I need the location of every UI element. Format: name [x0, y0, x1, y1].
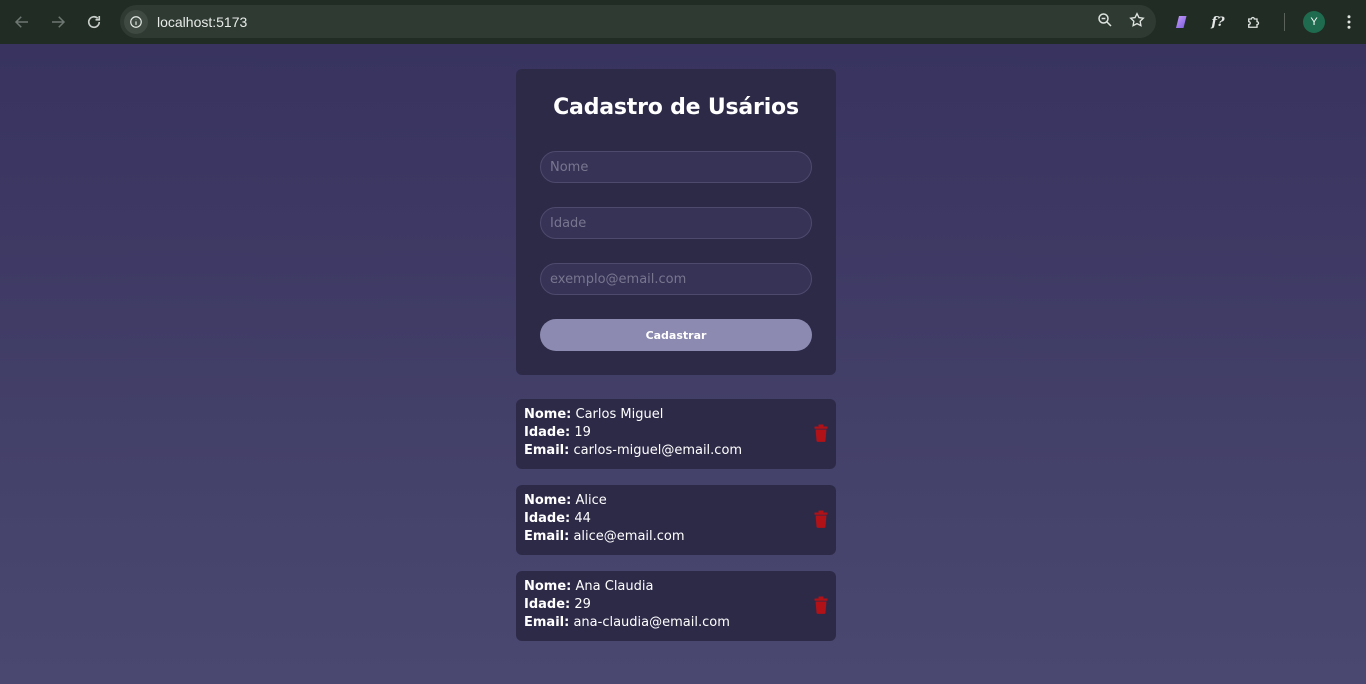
name-label: Nome:: [524, 579, 572, 594]
register-button[interactable]: Cadastrar: [540, 319, 812, 351]
info-icon: [130, 15, 142, 28]
age-label: Idade:: [524, 597, 571, 612]
extension-gem-button[interactable]: [1168, 8, 1196, 36]
browser-menu-button[interactable]: [1339, 8, 1359, 36]
user-name: Ana Claudia: [575, 579, 654, 594]
user-name: Carlos Miguel: [575, 407, 664, 422]
user-age-line: Idade: 44: [524, 510, 591, 528]
user-card: Nome: Carlos Miguel Idade: 19 Email: car…: [516, 399, 836, 469]
email-label: Email:: [524, 443, 570, 458]
name-label: Nome:: [524, 407, 572, 422]
user-email: carlos-miguel@email.com: [573, 443, 743, 458]
extension-fx-button[interactable]: f?: [1204, 8, 1232, 36]
user-age-line: Idade: 29: [524, 596, 591, 614]
user-card: Nome: Alice Idade: 44 Email: alice@email…: [516, 485, 836, 555]
toolbar-separator: [1284, 13, 1285, 31]
profile-avatar[interactable]: Y: [1303, 11, 1325, 33]
fx-extension-icon: f?: [1211, 14, 1225, 30]
user-email-line: Email: alice@email.com: [524, 528, 685, 546]
age-label: Idade:: [524, 425, 571, 440]
user-age: 29: [574, 597, 591, 612]
trash-icon: [814, 596, 828, 614]
user-card: Nome: Ana Claudia Idade: 29 Email: ana-c…: [516, 571, 836, 641]
delete-user-button[interactable]: [814, 424, 828, 442]
browser-toolbar: localhost:5173 f? Y: [0, 0, 1366, 44]
user-email-line: Email: carlos-miguel@email.com: [524, 442, 742, 460]
reload-button[interactable]: [78, 6, 110, 38]
name-input[interactable]: [540, 151, 812, 183]
page-viewport: Cadastro de Usários Cadastrar Nome: Carl…: [0, 44, 1366, 684]
age-input[interactable]: [540, 207, 812, 239]
address-bar[interactable]: localhost:5173: [120, 5, 1156, 38]
trash-icon: [814, 424, 828, 442]
forward-button[interactable]: [42, 6, 74, 38]
user-email-line: Email: ana-claudia@email.com: [524, 614, 730, 632]
bookmark-button[interactable]: [1128, 11, 1146, 33]
age-label: Idade:: [524, 511, 571, 526]
form-title: Cadastro de Usários: [553, 95, 799, 120]
zoom-button[interactable]: [1096, 11, 1114, 33]
extensions-button[interactable]: [1240, 8, 1268, 36]
email-input[interactable]: [540, 263, 812, 295]
delete-user-button[interactable]: [814, 596, 828, 614]
user-age-line: Idade: 19: [524, 424, 591, 442]
user-name-line: Nome: Ana Claudia: [524, 578, 653, 596]
site-info-button[interactable]: [124, 9, 148, 34]
user-email: alice@email.com: [573, 529, 685, 544]
trash-icon: [814, 510, 828, 528]
user-age: 19: [574, 425, 591, 440]
more-vertical-icon: [1347, 15, 1351, 29]
star-icon: [1129, 11, 1145, 27]
user-email: ana-claudia@email.com: [573, 615, 730, 630]
user-name-line: Nome: Alice: [524, 492, 607, 510]
puzzle-icon: [1248, 16, 1260, 28]
url-text[interactable]: localhost:5173: [157, 14, 247, 30]
user-age: 44: [574, 511, 591, 526]
name-label: Nome:: [524, 493, 572, 508]
arrow-left-icon: [14, 16, 28, 28]
user-name: Alice: [575, 493, 607, 508]
user-name-line: Nome: Carlos Miguel: [524, 406, 663, 424]
delete-user-button[interactable]: [814, 510, 828, 528]
gem-extension-icon: [1176, 16, 1187, 28]
zoom-icon: [1098, 12, 1112, 27]
email-label: Email:: [524, 615, 570, 630]
back-button[interactable]: [6, 6, 38, 38]
registration-form: Cadastro de Usários Cadastrar: [516, 69, 836, 375]
email-label: Email:: [524, 529, 570, 544]
reload-icon: [87, 15, 101, 29]
arrow-right-icon: [52, 16, 66, 28]
